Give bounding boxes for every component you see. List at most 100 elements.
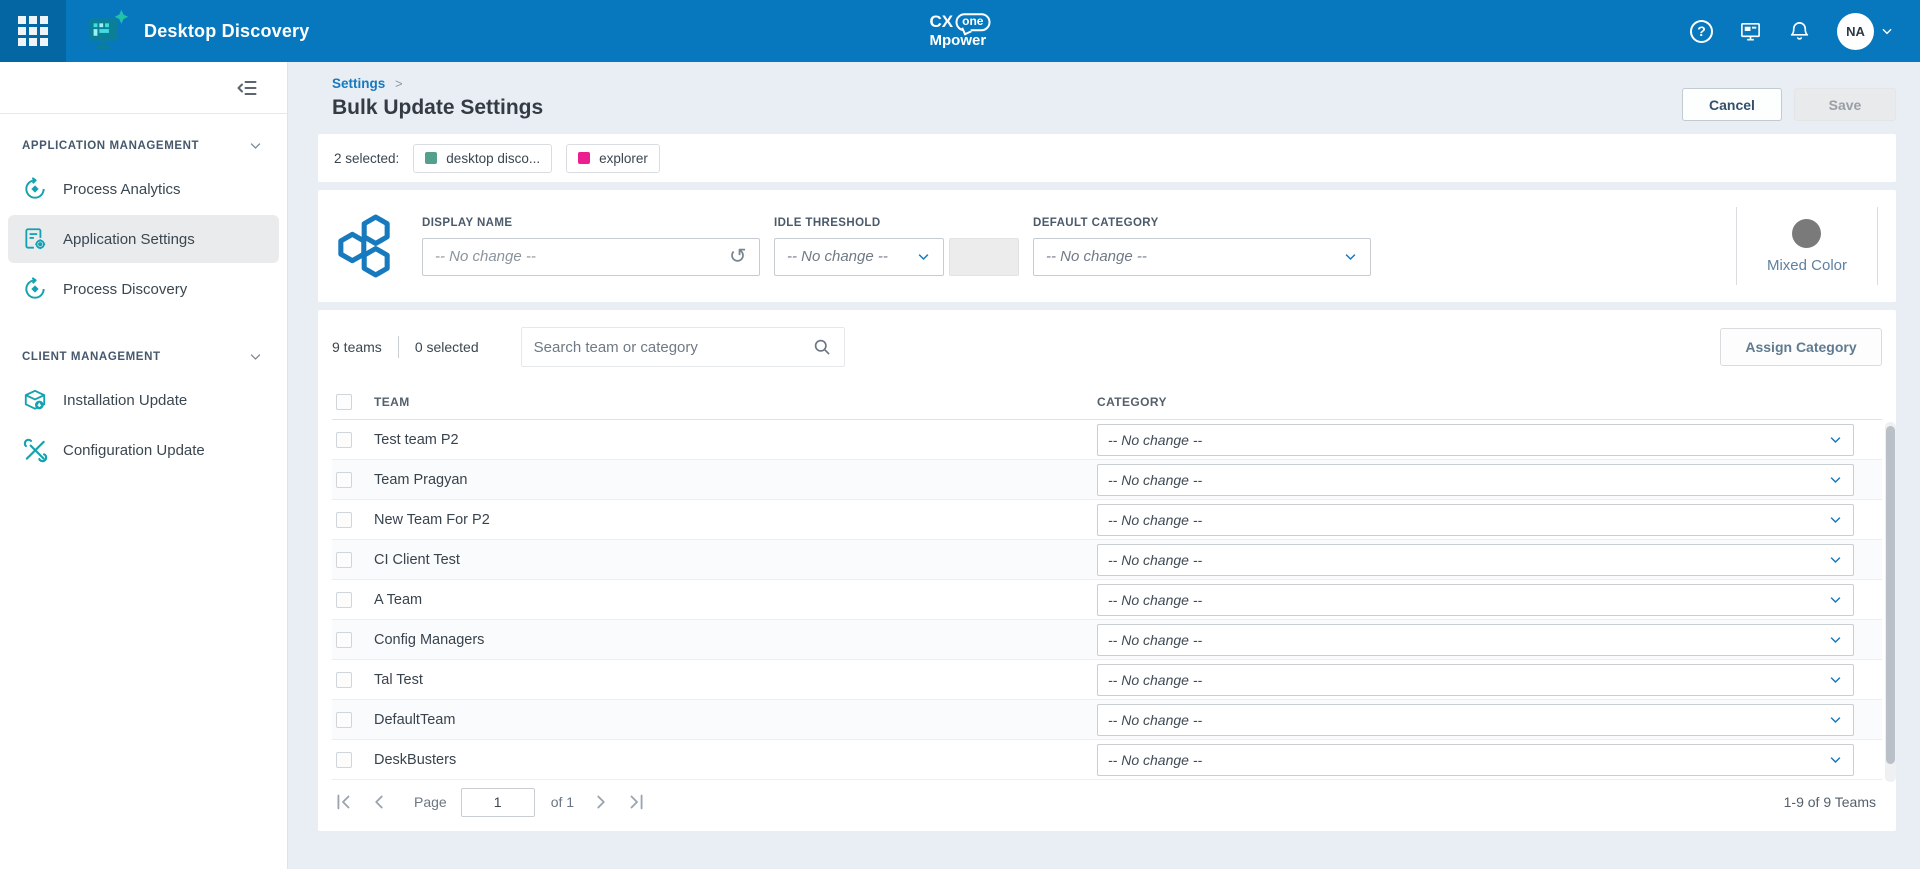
row-category-value: -- No change --	[1108, 472, 1202, 488]
display-name-input[interactable]	[435, 248, 721, 265]
chevron-down-icon	[1828, 472, 1843, 487]
mixed-color-label: Mixed Color	[1767, 257, 1847, 274]
chevron-down-icon	[248, 138, 263, 153]
row-checkbox[interactable]	[336, 512, 352, 528]
teams-table-card: 9 teams 0 selected Assign Category TEAM …	[318, 310, 1896, 831]
idle-threshold-unit-input	[949, 238, 1019, 276]
idle-threshold-select[interactable]: -- No change --	[774, 238, 944, 276]
row-category-select[interactable]: -- No change --	[1097, 624, 1854, 656]
team-name: Tal Test	[374, 672, 423, 688]
next-page-icon[interactable]	[590, 791, 612, 813]
category-column-header: CATEGORY	[1097, 395, 1167, 409]
bulk-update-form: DISPLAY NAME ↻ IDLE THRESHOLD -- No chan…	[318, 190, 1896, 302]
breadcrumb-settings-link[interactable]: Settings	[332, 76, 385, 91]
assign-category-button[interactable]: Assign Category	[1720, 328, 1882, 366]
row-category-value: -- No change --	[1108, 672, 1202, 688]
chip-desktop-discovery[interactable]: desktop disco...	[413, 144, 552, 173]
breadcrumb: Settings >	[332, 76, 1896, 91]
table-row: Config Managers -- No change --	[332, 620, 1882, 660]
collapse-sidebar-icon[interactable]	[235, 76, 259, 100]
row-category-select[interactable]: -- No change --	[1097, 544, 1854, 576]
app-launcher-button[interactable]	[0, 0, 66, 62]
row-category-select[interactable]: -- No change --	[1097, 464, 1854, 496]
row-category-select[interactable]: -- No change --	[1097, 664, 1854, 696]
team-name: Team Pragyan	[374, 472, 468, 488]
row-checkbox[interactable]	[336, 552, 352, 568]
default-category-select[interactable]: -- No change --	[1033, 238, 1371, 276]
row-category-select[interactable]: -- No change --	[1097, 424, 1854, 456]
row-checkbox[interactable]	[336, 592, 352, 608]
sidebar-section-application-management[interactable]: APPLICATION MANAGEMENT	[0, 114, 287, 163]
chip-explorer[interactable]: explorer	[566, 144, 660, 173]
scrollbar-thumb[interactable]	[1886, 426, 1895, 764]
table-row: DeskBusters -- No change --	[332, 740, 1882, 780]
last-page-icon[interactable]	[626, 791, 648, 813]
page-title: Bulk Update Settings	[332, 96, 1896, 120]
table-row: DefaultTeam -- No change --	[332, 700, 1882, 740]
team-name: New Team For P2	[374, 512, 490, 528]
table-scrollbar	[1885, 422, 1896, 782]
table-row: CI Client Test -- No change --	[332, 540, 1882, 580]
brand-mpower: Mpower	[930, 33, 991, 49]
row-category-select[interactable]: -- No change --	[1097, 744, 1854, 776]
mixed-color-picker: Mixed Color	[1736, 207, 1878, 285]
sidebar-item-installation-update[interactable]: Installation Update	[8, 376, 279, 424]
row-checkbox[interactable]	[336, 672, 352, 688]
applications-hexagons-icon	[336, 214, 392, 278]
chevron-down-icon	[1828, 712, 1843, 727]
notifications-bell-icon[interactable]	[1788, 20, 1811, 43]
row-category-select[interactable]: -- No change --	[1097, 584, 1854, 616]
row-category-value: -- No change --	[1108, 712, 1202, 728]
help-icon[interactable]: ?	[1690, 20, 1713, 43]
announcements-icon[interactable]	[1739, 20, 1762, 43]
row-checkbox[interactable]	[336, 632, 352, 648]
sidebar-item-process-analytics[interactable]: Process Analytics	[8, 165, 279, 213]
team-name: Config Managers	[374, 632, 484, 648]
search-icon[interactable]	[812, 337, 832, 357]
configuration-update-icon	[22, 437, 48, 463]
chip-color-swatch	[425, 152, 437, 164]
sidebar-item-label: Installation Update	[63, 392, 187, 409]
brand-one-bubble: one	[955, 13, 990, 31]
row-checkbox[interactable]	[336, 472, 352, 488]
process-discovery-icon	[22, 276, 48, 302]
row-checkbox[interactable]	[336, 752, 352, 768]
first-page-icon[interactable]	[332, 791, 354, 813]
sidebar-item-process-discovery[interactable]: Process Discovery	[8, 265, 279, 313]
sidebar: APPLICATION MANAGEMENT Process Analytics…	[0, 62, 288, 869]
save-button[interactable]: Save	[1794, 88, 1896, 121]
team-column-header: TEAM	[374, 395, 410, 409]
search-input[interactable]	[534, 339, 812, 356]
select-all-checkbox[interactable]	[336, 394, 352, 410]
table-row: A Team -- No change --	[332, 580, 1882, 620]
sidebar-item-configuration-update[interactable]: Configuration Update	[8, 426, 279, 474]
app-title: Desktop Discovery	[144, 21, 309, 42]
table-row: New Team For P2 -- No change --	[332, 500, 1882, 540]
avatar[interactable]: NA	[1837, 13, 1874, 50]
previous-page-icon[interactable]	[368, 791, 390, 813]
desktop-discovery-logo-icon	[84, 8, 130, 54]
divider	[398, 336, 399, 358]
chip-color-swatch	[578, 152, 590, 164]
sidebar-item-label: Process Analytics	[63, 181, 181, 198]
row-category-select[interactable]: -- No change --	[1097, 504, 1854, 536]
sidebar-item-application-settings[interactable]: Application Settings	[8, 215, 279, 263]
row-category-select[interactable]: -- No change --	[1097, 704, 1854, 736]
section-label: APPLICATION MANAGEMENT	[22, 140, 199, 152]
color-circle[interactable]	[1792, 219, 1821, 248]
row-checkbox[interactable]	[336, 432, 352, 448]
row-category-value: -- No change --	[1108, 432, 1202, 448]
sidebar-section-client-management[interactable]: CLIENT MANAGEMENT	[0, 315, 287, 374]
cancel-button[interactable]: Cancel	[1682, 88, 1782, 121]
chevron-down-icon	[1828, 632, 1843, 647]
team-rows: Test team P2 -- No change -- Team Pragya…	[332, 420, 1882, 780]
reset-icon[interactable]: ↻	[729, 246, 747, 267]
page-number-input[interactable]	[461, 788, 535, 817]
user-menu[interactable]: NA	[1837, 13, 1894, 50]
chevron-down-icon	[248, 349, 263, 364]
chevron-down-icon	[1343, 249, 1358, 264]
row-checkbox[interactable]	[336, 712, 352, 728]
top-bar: Desktop Discovery CX one Mpower ? NA	[0, 0, 1920, 62]
row-category-value: -- No change --	[1108, 632, 1202, 648]
teams-count: 9 teams	[332, 339, 382, 355]
